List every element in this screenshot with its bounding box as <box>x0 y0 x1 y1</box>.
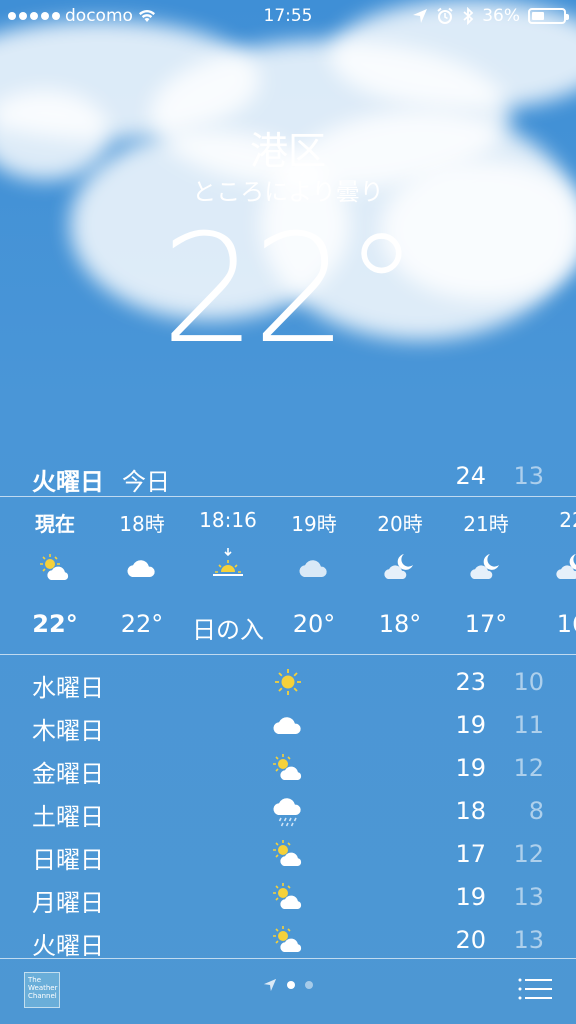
hourly-time: 21時 <box>463 512 509 536</box>
page-indicator[interactable] <box>0 978 576 992</box>
daily-day: 月曜日 <box>32 889 104 917</box>
divider <box>0 496 576 497</box>
hourly-time: 現在 <box>35 512 75 536</box>
daily-row: 土曜日 18 8 <box>0 791 576 834</box>
cloud-icon <box>299 560 327 577</box>
cloud-icon <box>127 560 155 577</box>
hourly-time: 18時 <box>119 512 165 536</box>
daily-low: 13 <box>513 883 544 911</box>
cloudy-night-icon <box>384 554 413 579</box>
cloudy-night-icon <box>556 554 576 579</box>
partly-sunny-icon <box>40 554 69 580</box>
daily-row: 水曜日 23 10 <box>0 662 576 705</box>
list-icon[interactable] <box>518 976 552 1002</box>
partly-sunny-icon <box>273 754 302 780</box>
sunset-icon <box>213 548 243 576</box>
cloudy-night-icon <box>470 554 499 579</box>
daily-high: 19 <box>455 754 486 782</box>
hourly-time: 18:16 <box>199 508 257 532</box>
hourly-value: 16 <box>556 610 576 638</box>
daily-high: 17 <box>455 840 486 868</box>
cloud-icon <box>273 717 301 734</box>
divider <box>0 654 576 655</box>
daily-day: 水曜日 <box>32 674 104 702</box>
today-high: 24 <box>455 462 486 490</box>
daily-low: 13 <box>513 926 544 954</box>
daily-low: 10 <box>513 668 544 696</box>
location-arrow-icon <box>263 978 277 992</box>
daily-row: 火曜日 20 13 <box>0 920 576 963</box>
weather-condition: ところにより曇り <box>192 178 384 206</box>
daily-day: 土曜日 <box>32 803 104 831</box>
page-dot-active <box>287 981 295 989</box>
city-name: 港区 <box>249 129 326 173</box>
divider <box>0 958 576 959</box>
daily-day: 木曜日 <box>32 717 104 745</box>
daily-low: 11 <box>513 711 544 739</box>
today-label: 今日 <box>122 468 170 496</box>
daily-high: 19 <box>455 883 486 911</box>
daily-day: 金曜日 <box>32 760 104 788</box>
daily-row: 金曜日 19 12 <box>0 748 576 791</box>
daily-high: 20 <box>455 926 486 954</box>
bluetooth-icon <box>463 7 474 25</box>
hourly-time: 22 <box>559 508 576 532</box>
status-right: 36% <box>412 6 569 26</box>
hourly-forecast[interactable]: 現在 22° 18時 22° 18:16 日の入 19時 20° 20時 18°… <box>0 498 576 654</box>
today-day: 火曜日 <box>32 468 104 496</box>
partly-sunny-icon <box>273 840 302 866</box>
battery-icon <box>528 8 569 24</box>
daily-row: 日曜日 17 12 <box>0 834 576 877</box>
daily-day: 日曜日 <box>32 846 104 874</box>
daily-high: 19 <box>455 711 486 739</box>
rain-icon <box>273 798 301 827</box>
today-summary: 火曜日 今日 24 13 <box>0 460 576 496</box>
location-arrow-icon <box>413 9 428 23</box>
today-low: 13 <box>513 462 544 490</box>
daily-low: 8 <box>528 797 544 825</box>
daily-row: 月曜日 19 13 <box>0 877 576 920</box>
battery-percent: 36% <box>482 6 520 26</box>
daily-high: 18 <box>455 797 486 825</box>
daily-day: 火曜日 <box>32 932 104 960</box>
partly-sunny-icon <box>273 883 302 909</box>
daily-high: 23 <box>455 668 486 696</box>
current-temperature: 22° <box>161 203 419 377</box>
daily-row: 木曜日 19 11 <box>0 705 576 748</box>
daily-low: 12 <box>513 754 544 782</box>
status-bar: docomo 17:55 36% <box>0 0 576 34</box>
sun-icon <box>275 669 301 695</box>
partly-sunny-icon <box>273 926 302 952</box>
daily-low: 12 <box>513 840 544 868</box>
hourly-time: 20時 <box>377 512 423 536</box>
page-dot <box>305 981 313 989</box>
alarm-icon <box>437 7 453 24</box>
hourly-time: 19時 <box>291 512 337 536</box>
